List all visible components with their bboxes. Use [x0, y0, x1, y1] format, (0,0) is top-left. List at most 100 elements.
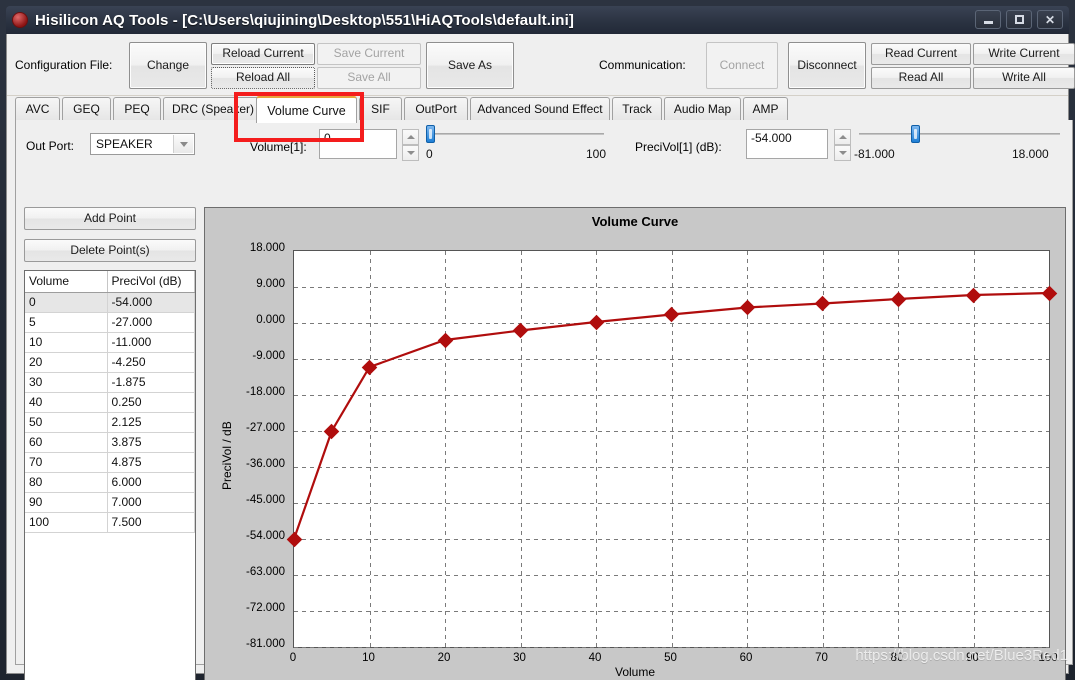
volume-label: Volume[1]:	[250, 140, 307, 154]
chart-y-tick-label: -63.000	[245, 566, 285, 578]
volume-slider[interactable]	[426, 125, 604, 143]
cell-precivol[interactable]: 2.125	[107, 412, 195, 433]
table-row[interactable]: 5 -27.000	[25, 312, 195, 333]
out-port-value: SPEAKER	[96, 137, 153, 151]
cell-precivol[interactable]: -27.000	[107, 312, 195, 333]
volume-spinner[interactable]	[402, 129, 419, 161]
connect-button: Connect	[706, 42, 778, 89]
cell-precivol[interactable]: -4.250	[107, 352, 195, 373]
precivol-spinner-up[interactable]	[834, 129, 851, 145]
cell-precivol[interactable]: 0.250	[107, 392, 195, 413]
tab-peq[interactable]: PEQ	[113, 97, 161, 120]
table-row[interactable]: 0 -54.000	[25, 292, 195, 313]
tab-volume-curve[interactable]: Volume Curve	[256, 96, 357, 123]
cell-precivol[interactable]: -1.875	[107, 372, 195, 393]
precivol-max-label: 18.000	[1012, 147, 1049, 161]
maximize-button[interactable]	[1006, 10, 1032, 29]
cell-precivol[interactable]: -11.000	[107, 332, 195, 353]
precivol-spinner[interactable]	[834, 129, 851, 161]
table-row[interactable]: 60 3.875	[25, 432, 195, 453]
table-row[interactable]: 20 -4.250	[25, 352, 195, 373]
precivol-slider-thumb[interactable]	[911, 125, 921, 143]
chart-y-tick-label: -81.000	[245, 638, 285, 650]
table-row[interactable]: 30 -1.875	[25, 372, 195, 393]
column-header-volume[interactable]: Volume	[25, 271, 108, 293]
volume-curve-page: Out Port: SPEAKER Volume[1]: 0 0 100 Pre…	[15, 120, 1073, 680]
table-row[interactable]: 40 0.250	[25, 392, 195, 413]
volume-spinner-up[interactable]	[402, 129, 419, 145]
chevron-down-icon[interactable]	[173, 135, 193, 153]
volume-slider-thumb[interactable]	[426, 125, 435, 143]
cell-volume[interactable]: 60	[25, 432, 108, 453]
precivol-min-label: -81.000	[854, 147, 895, 161]
table-row[interactable]: 10 -11.000	[25, 332, 195, 353]
cell-precivol[interactable]: 4.875	[107, 452, 195, 473]
save-current-button: Save Current	[317, 43, 421, 65]
tab-drc-speaker[interactable]: DRC (Speaker)	[163, 97, 263, 120]
title-bar: Hisilicon AQ Tools - [C:\Users\qiujining…	[6, 6, 1069, 34]
close-icon: ✕	[1044, 12, 1056, 27]
cell-volume[interactable]: 0	[25, 292, 108, 313]
cell-volume[interactable]: 80	[25, 472, 108, 493]
write-all-button[interactable]: Write All	[973, 67, 1075, 89]
write-current-button[interactable]: Write Current	[973, 43, 1075, 65]
precivol-slider[interactable]	[859, 125, 1060, 143]
cell-precivol[interactable]: 6.000	[107, 472, 195, 493]
volume-input[interactable]: 0	[319, 129, 397, 159]
table-row[interactable]: 90 7.000	[25, 492, 195, 513]
volume-slider-track[interactable]	[426, 133, 604, 135]
cell-precivol[interactable]: 7.000	[107, 492, 195, 513]
cell-volume[interactable]: 70	[25, 452, 108, 473]
tab-avc[interactable]: AVC	[15, 97, 60, 120]
cell-volume[interactable]: 90	[25, 492, 108, 513]
chart-y-tick-label: -18.000	[245, 386, 285, 398]
table-row[interactable]: 70 4.875	[25, 452, 195, 473]
cell-volume[interactable]: 20	[25, 352, 108, 373]
cell-volume[interactable]: 5	[25, 312, 108, 333]
chart-plot-area[interactable]	[286, 250, 1057, 648]
tab-audio-map[interactable]: Audio Map	[664, 97, 741, 120]
volume-points-grid[interactable]: Volume PreciVol (dB) 0 -54.000 5 -27.000 10-…	[24, 270, 196, 680]
read-all-button[interactable]: Read All	[871, 67, 971, 89]
cell-precivol[interactable]: -54.000	[107, 292, 195, 313]
watermark-text: https://blog.csdn.net/Blue3Red1	[855, 647, 1068, 664]
cell-volume[interactable]: 30	[25, 372, 108, 393]
tab-sif[interactable]: SIF	[359, 97, 402, 120]
precivol-spinner-down[interactable]	[834, 145, 851, 161]
chart-y-tick-label: -72.000	[245, 602, 285, 614]
save-as-button[interactable]: Save As	[426, 42, 514, 89]
volume-min-label: 0	[426, 147, 433, 161]
out-port-combobox[interactable]: SPEAKER	[90, 133, 195, 155]
precivol-input[interactable]: -54.000	[746, 129, 828, 159]
cell-volume[interactable]: 10	[25, 332, 108, 353]
close-button[interactable]: ✕	[1037, 10, 1063, 29]
volume-spinner-down[interactable]	[402, 145, 419, 161]
table-row[interactable]: 100 7.500	[25, 512, 195, 533]
table-row[interactable]: 80 6.000	[25, 472, 195, 493]
reload-current-button[interactable]: Reload Current	[211, 43, 315, 65]
cell-precivol[interactable]: 3.875	[107, 432, 195, 453]
cell-precivol[interactable]: 7.500	[107, 512, 195, 533]
table-row[interactable]: 50 2.125	[25, 412, 195, 433]
minimize-button[interactable]	[975, 10, 1001, 29]
window-controls: ✕	[975, 10, 1063, 29]
tab-outport[interactable]: OutPort	[404, 97, 468, 120]
reload-all-button[interactable]: Reload All	[211, 67, 315, 89]
chart-x-tick-label: 30	[513, 652, 526, 664]
tab-amp[interactable]: AMP	[743, 97, 788, 120]
tab-advanced-sound-effect[interactable]: Advanced Sound Effect	[470, 97, 610, 120]
add-point-button[interactable]: Add Point	[24, 207, 196, 230]
delete-points-button[interactable]: Delete Point(s)	[24, 239, 196, 262]
disconnect-button[interactable]: Disconnect	[788, 42, 866, 89]
cell-volume[interactable]: 100	[25, 512, 108, 533]
change-button[interactable]: Change	[129, 42, 207, 89]
precivol-slider-track[interactable]	[859, 133, 1060, 135]
tab-geq[interactable]: GEQ	[62, 97, 111, 120]
chart-x-tick-label: 50	[664, 652, 677, 664]
cell-volume[interactable]: 40	[25, 392, 108, 413]
read-current-button[interactable]: Read Current	[871, 43, 971, 65]
tab-track[interactable]: Track	[612, 97, 662, 120]
cell-volume[interactable]: 50	[25, 412, 108, 433]
communication-label: Communication:	[599, 58, 686, 72]
column-header-precivol[interactable]: PreciVol (dB)	[107, 271, 195, 293]
